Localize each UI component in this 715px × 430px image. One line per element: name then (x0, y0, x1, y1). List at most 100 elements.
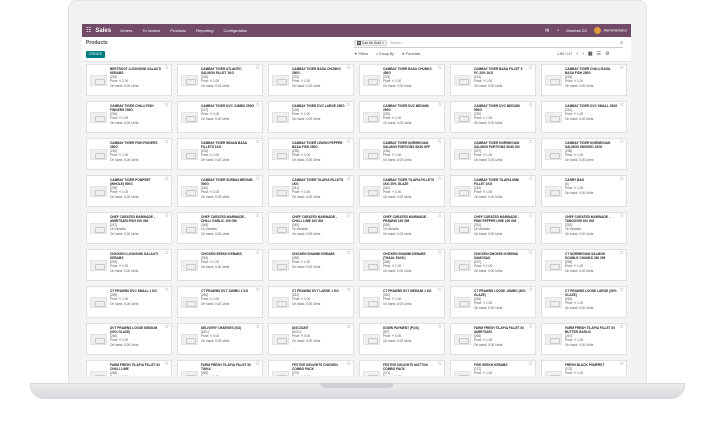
product-card[interactable]: ☆ CAMBAY TIGER BASA FILLET 5 PC 20% 1KG [2… (450, 64, 536, 96)
favorite-star-icon[interactable]: ☆ (620, 214, 624, 219)
product-card[interactable]: ☆ CAMBAY TIGER DVC MEDIUM 500G [230] Price:… (450, 101, 536, 133)
product-card[interactable]: ☆ CHEF CURATED MARINADE - PRAWNS 100 GM [2… (359, 212, 445, 244)
app-brand[interactable]: Sales (95, 28, 111, 34)
product-card[interactable]: ☆ CAMBAY TIGER NORWEGIAN SALMON SMOKED 10… (541, 138, 627, 170)
product-card[interactable]: ☆ FARM FRESH TILAPIA FILLET IN CHILLI LIM… (86, 360, 172, 376)
filters-toggle[interactable]: ▼ Filters (354, 52, 368, 56)
apps-menu-icon[interactable]: ☷ (86, 28, 91, 34)
favorite-star-icon[interactable]: ☆ (256, 140, 260, 145)
product-card[interactable]: ☆ FARM FRESH TILAPIA FILLET IN BUTTER GAR… (541, 323, 627, 355)
favorite-star-icon[interactable]: ☆ (165, 362, 169, 367)
favorite-star-icon[interactable]: ☆ (165, 251, 169, 256)
search-bar[interactable]: ▾ Can be Sold × Search... ⌕ (354, 39, 623, 48)
product-card[interactable]: ☆ CAMBAY TIGER BASA CHUNKS 450G [223] Price… (359, 64, 445, 96)
favorite-star-icon[interactable]: ☆ (165, 140, 169, 145)
favorite-star-icon[interactable]: ☆ (256, 362, 260, 367)
product-card[interactable]: ☆ CAMBAY TIGER SURMAI MEDIUM 500G [240] Pri… (177, 175, 263, 207)
favorite-star-icon[interactable]: ☆ (529, 177, 533, 182)
product-card[interactable]: ☆ CAMBAY TIGER NORWEGIAN SALMON PORTIONS … (359, 138, 445, 170)
product-card[interactable]: ☆ CAMBAY TIGER DVC JUMBO 250G [227] Price: … (177, 101, 263, 133)
favorite-star-icon[interactable]: ☆ (529, 140, 533, 145)
product-card[interactable]: ☆ CAMBAY TIGER DVC SMALL 250G [231] Price: … (541, 101, 627, 133)
product-card[interactable]: ☆ CAMBAY TIGER TILAPIA MINI FILLET 1KG [24… (450, 175, 536, 207)
favorite-star-icon[interactable]: ☆ (620, 288, 624, 293)
product-card[interactable]: ☆ CT PRAWNS LOOSE LARGE (30% GLAZE) [264] P… (541, 286, 627, 318)
favorite-star-icon[interactable]: ☆ (438, 362, 442, 367)
favorite-star-icon[interactable]: ☆ (620, 251, 624, 256)
company-switcher[interactable]: Mumbai DC (566, 28, 587, 33)
product-card[interactable]: ☆ FESTIVE DELIGHTS CHICKEN COMBO PACK [270… (268, 360, 354, 376)
favorite-star-icon[interactable]: ☆ (256, 214, 260, 219)
product-card[interactable]: ☆ CARRY BAG [8] Price: ₹ 1.00 On hand: 0.00 … (541, 175, 627, 207)
favorite-star-icon[interactable]: ☆ (347, 66, 351, 71)
product-card[interactable]: ☆ Down Payment (POS) [DP] Price: ₹ 0.00 On h… (359, 323, 445, 355)
product-card[interactable]: ☆ CT PRAWNS DVT JUMBO 1 KG [260] Price: ₹ 1… (177, 286, 263, 318)
kanban-view-icon[interactable]: ▦ (588, 51, 593, 57)
favorite-star-icon[interactable]: ☆ (529, 362, 533, 367)
product-card[interactable]: ☆ CT PRAWNS DVC SMALL 1 KG [259] Price: ₹ 1… (86, 286, 172, 318)
menu-reporting[interactable]: Reporting (196, 28, 213, 33)
search-facet[interactable]: ▾ Can be Sold × (354, 40, 388, 46)
favorite-star-icon[interactable]: ☆ (347, 288, 351, 293)
product-card[interactable]: ☆FRESH BLACK POMFRET[273]Price: ₹ 1.00On… (541, 360, 627, 376)
product-card[interactable]: ☆ CHICKEN SEEKH KEBABS [254] Price: ₹ 1.00 O… (177, 249, 263, 281)
product-card[interactable]: ☆ FARM FRESH TILAPIA FILLET IN TIKKA [269]… (177, 360, 263, 376)
search-input[interactable]: Search... (390, 41, 404, 45)
messages-icon[interactable]: ✉ (545, 28, 549, 34)
product-card[interactable]: ☆ CAMBAY TIGER NORWEGIAN SALMON PORTIONS … (450, 138, 536, 170)
product-card[interactable]: ☆ CT PRAWNS DVT MEDIUM 1 KG [262] Price: ₹ … (359, 286, 445, 318)
product-card[interactable]: ☆ DVT PRAWNS LOOSE MEDIUM (30% GLAZE) [265… (86, 323, 172, 355)
product-card[interactable]: ☆ Discount [DISC] Price: ₹ 0.00 On hand: 0.0… (268, 323, 354, 355)
menu-products[interactable]: Products (170, 28, 186, 33)
product-card[interactable]: ☆ FESTIVE DELIGHTS MUTTON COMBO PACK [271]… (359, 360, 445, 376)
favorite-star-icon[interactable]: ☆ (620, 325, 624, 330)
product-card[interactable]: ☆ CAMBAY TIGER CHILLI BASIL BASA FISH 250… (541, 64, 627, 96)
favorite-star-icon[interactable]: ☆ (438, 325, 442, 330)
favorite-star-icon[interactable]: ☆ (529, 251, 533, 256)
favorite-star-icon[interactable]: ☆ (347, 103, 351, 108)
menu-to-invoice[interactable]: To Invoice (142, 28, 160, 33)
activity-clock-icon[interactable]: ◔ (556, 28, 559, 34)
favorite-star-icon[interactable]: ☆ (620, 177, 624, 182)
favorite-star-icon[interactable]: ☆ (256, 66, 260, 71)
create-button[interactable]: CREATE (86, 51, 105, 58)
favorite-star-icon[interactable]: ☆ (256, 325, 260, 330)
favorite-star-icon[interactable]: ☆ (438, 251, 442, 256)
favorite-star-icon[interactable]: ☆ (347, 177, 351, 182)
user-menu[interactable]: Administrator (594, 27, 627, 34)
settings-gear-icon[interactable]: ⚙ (605, 51, 609, 57)
product-card[interactable]: ☆ CAMBAY TIGER TILAPIA FILLETS 1KG [241] Pr… (268, 175, 354, 207)
favorite-star-icon[interactable]: ☆ (438, 66, 442, 71)
favorite-star-icon[interactable]: ☆ (347, 325, 351, 330)
favorites-toggle[interactable]: ★ Favorites (402, 52, 421, 56)
favorite-star-icon[interactable]: ☆ (256, 103, 260, 108)
favorite-star-icon[interactable]: ☆ (620, 362, 624, 367)
product-card[interactable]: ☆ CT PRAWNS LOOSE JUMBO (30% GLAZE) [263] P… (450, 286, 536, 318)
product-card[interactable]: ☆ CAMBAY TIGER INDIAN BASA FILLETS 1KG [23… (177, 138, 263, 170)
product-card[interactable]: ☆ CT PRAWNS DVT LARGE 1 KG [261] Price: ₹ 1… (268, 286, 354, 318)
favorite-star-icon[interactable]: ☆ (529, 325, 533, 330)
menu-configuration[interactable]: Configuration (223, 28, 247, 33)
product-card[interactable]: ☆ CAMBAY TIGER DVC MEDIUM 250G [229] Price:… (359, 101, 445, 133)
favorite-star-icon[interactable]: ☆ (438, 288, 442, 293)
product-card[interactable]: ☆ CHICKEN SHAMMI KEBABS [255] Price: ₹ 1.00… (268, 249, 354, 281)
favorite-star-icon[interactable]: ☆ (620, 66, 624, 71)
favorite-star-icon[interactable]: ☆ (165, 66, 169, 71)
pager-prev-icon[interactable]: ‹ (577, 51, 579, 57)
list-view-icon[interactable]: ☰ (597, 51, 601, 57)
favorite-star-icon[interactable]: ☆ (438, 103, 442, 108)
menu-orders[interactable]: Orders (120, 28, 132, 33)
favorite-star-icon[interactable]: ☆ (256, 177, 260, 182)
favorite-star-icon[interactable]: ☆ (620, 103, 624, 108)
product-card[interactable]: ☆ CAMBAY TIGER DVC LARGE 250G [228] Price: … (268, 101, 354, 133)
product-card[interactable]: ☆ CHICKEN SHAMMI KEBABS (THAAL PACK) [256]… (359, 249, 445, 281)
product-card[interactable]: ☆ CAMBAY TIGER BASA CHUNKS 250G [222] Price… (268, 64, 354, 96)
favorite-star-icon[interactable]: ☆ (347, 140, 351, 145)
favorite-star-icon[interactable]: ☆ (256, 251, 260, 256)
favorite-star-icon[interactable]: ☆ (438, 177, 442, 182)
search-icon[interactable]: ⌕ (620, 40, 623, 46)
product-card[interactable]: ☆ CAMBAY TIGER LEMON PEPPER BASA FISH 250… (268, 138, 354, 170)
product-card[interactable]: ☆ CHICKEN SMOKED KHEEMA SAMOSAS [257] Price… (450, 249, 536, 281)
favorite-star-icon[interactable]: ☆ (256, 288, 260, 293)
product-card[interactable]: ☆ CHEF CURATED MARINADE - CHILLI LIME 100… (268, 212, 354, 244)
